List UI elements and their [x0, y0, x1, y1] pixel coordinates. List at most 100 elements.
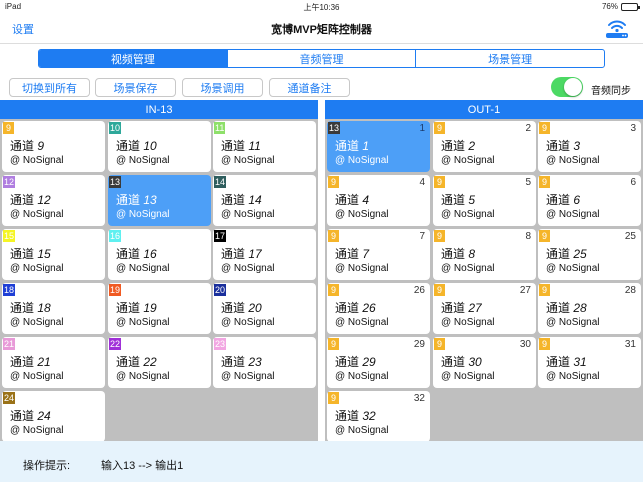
channel-prefix: 通道 [335, 301, 360, 315]
output-channel-cell[interactable]: 9 29 通道 29 @ NoSignal [327, 337, 430, 388]
input-channel-cell[interactable]: 17 通道 17 @ NoSignal [213, 229, 316, 280]
channel-number: 25 [573, 247, 587, 261]
channel-color-badge: 9 [434, 176, 445, 188]
channel-number: 21 [37, 355, 51, 369]
output-channel-cell[interactable]: 9 5 通道 5 @ NoSignal [433, 175, 536, 226]
input-channel-cell[interactable]: 14 通道 14 @ NoSignal [213, 175, 316, 226]
input-channel-cell[interactable]: 16 通道 16 @ NoSignal [108, 229, 211, 280]
channel-prefix: 通道 [116, 355, 141, 369]
channel-color-badge: 9 [539, 230, 550, 242]
channel-prefix: 通道 [116, 139, 141, 153]
output-channel-cell[interactable]: 9 3 通道 3 @ NoSignal [538, 121, 641, 172]
channel-color-badge: 9 [539, 176, 550, 188]
input-channel-cell[interactable]: 15 通道 15 @ NoSignal [2, 229, 105, 280]
channel-prefix: 通道 [546, 139, 571, 153]
output-channel-cell[interactable]: 9 2 通道 2 @ NoSignal [433, 121, 536, 172]
channel-color-badge: 9 [328, 176, 339, 188]
channel-color-badge: 14 [214, 176, 227, 188]
signal-status: @ NoSignal [116, 209, 170, 220]
signal-status: @ NoSignal [335, 425, 389, 436]
channel-prefix: 通道 [10, 301, 35, 315]
tab-audio[interactable]: 音频管理 [228, 50, 417, 67]
signal-status: @ NoSignal [10, 317, 64, 328]
channel-color-badge: 24 [3, 392, 16, 404]
channel-color-badge: 19 [109, 284, 122, 296]
input-channel-cell[interactable]: 13 通道 13 @ NoSignal [108, 175, 211, 226]
output-channel-cell[interactable]: 9 32 通道 32 @ NoSignal [327, 391, 430, 442]
input-panel: IN-13 9 通道 9 @ NoSignal 10 通道 10 @ NoSignal 11… [0, 100, 318, 442]
operation-hint-bar: 操作提示: 输入13 --> 输出1 [0, 441, 643, 482]
input-channel-cell[interactable]: 22 通道 22 @ NoSignal [108, 337, 211, 388]
input-channel-cell[interactable]: 9 通道 9 @ NoSignal [2, 121, 105, 172]
channel-notes-button[interactable]: 通道备注 [269, 78, 350, 97]
output-number: 7 [419, 231, 425, 242]
channel-name: 通道 13 [116, 191, 157, 208]
input-channel-cell[interactable]: 23 通道 23 @ NoSignal [213, 337, 316, 388]
output-channel-cell[interactable]: 9 31 通道 31 @ NoSignal [538, 337, 641, 388]
input-channel-cell[interactable]: 21 通道 21 @ NoSignal [2, 337, 105, 388]
signal-status: @ NoSignal [221, 263, 275, 274]
input-channel-cell[interactable]: 10 通道 10 @ NoSignal [108, 121, 211, 172]
output-channel-cell[interactable]: 9 30 通道 30 @ NoSignal [433, 337, 536, 388]
output-number: 2 [525, 123, 531, 134]
channel-name: 通道 20 [221, 299, 262, 316]
channel-prefix: 通道 [335, 139, 360, 153]
output-channel-cell[interactable]: 9 7 通道 7 @ NoSignal [327, 229, 430, 280]
channel-color-badge: 13 [109, 176, 122, 188]
channel-prefix: 通道 [10, 247, 35, 261]
channel-color-badge: 10 [109, 122, 122, 134]
signal-status: @ NoSignal [116, 371, 170, 382]
router-wifi-icon[interactable] [603, 16, 631, 40]
channel-color-badge: 9 [434, 122, 445, 134]
channel-name: 通道 1 [335, 137, 369, 154]
signal-status: @ NoSignal [221, 371, 275, 382]
signal-status: @ NoSignal [335, 209, 389, 220]
recall-scene-button[interactable]: 场景调用 [182, 78, 263, 97]
tab-video[interactable]: 视频管理 [39, 50, 228, 67]
battery-status: 76% [602, 2, 640, 11]
channel-name: 通道 32 [335, 407, 376, 424]
channel-prefix: 通道 [116, 247, 141, 261]
channel-name: 通道 28 [546, 299, 587, 316]
input-channel-cell[interactable]: 20 通道 20 @ NoSignal [213, 283, 316, 334]
output-channel-cell[interactable]: 9 4 通道 4 @ NoSignal [327, 175, 430, 226]
channel-prefix: 通道 [221, 193, 246, 207]
input-channel-cell[interactable]: 24 通道 24 @ NoSignal [2, 391, 105, 442]
signal-status: @ NoSignal [10, 155, 64, 166]
input-panel-title: IN-13 [0, 100, 318, 119]
output-channel-cell[interactable]: 13 1 通道 1 @ NoSignal [327, 121, 430, 172]
channel-name: 通道 14 [221, 191, 262, 208]
channel-color-badge: 12 [3, 176, 16, 188]
signal-status: @ NoSignal [116, 155, 170, 166]
output-channel-cell[interactable]: 9 8 通道 8 @ NoSignal [433, 229, 536, 280]
channel-prefix: 通道 [546, 247, 571, 261]
output-number: 6 [630, 177, 636, 188]
output-number: 8 [525, 231, 531, 242]
channel-prefix: 通道 [221, 247, 246, 261]
output-number: 4 [419, 177, 425, 188]
signal-status: @ NoSignal [546, 263, 600, 274]
channel-prefix: 通道 [116, 193, 141, 207]
tab-scene[interactable]: 场景管理 [416, 50, 604, 67]
channel-prefix: 通道 [441, 193, 466, 207]
output-channel-cell[interactable]: 9 6 通道 6 @ NoSignal [538, 175, 641, 226]
input-channel-cell[interactable]: 11 通道 11 @ NoSignal [213, 121, 316, 172]
input-channel-cell[interactable]: 12 通道 12 @ NoSignal [2, 175, 105, 226]
output-number: 28 [624, 285, 636, 296]
channel-prefix: 通道 [335, 355, 360, 369]
channel-name: 通道 18 [10, 299, 51, 316]
output-channel-cell[interactable]: 9 26 通道 26 @ NoSignal [327, 283, 430, 334]
output-channel-cell[interactable]: 9 27 通道 27 @ NoSignal [433, 283, 536, 334]
switch-all-button[interactable]: 切换到所有 [9, 78, 90, 97]
audio-sync-label: 音频同步 [591, 86, 631, 97]
channel-name: 通道 10 [116, 137, 157, 154]
output-channel-cell[interactable]: 9 25 通道 25 @ NoSignal [538, 229, 641, 280]
channel-name: 通道 15 [10, 245, 51, 262]
signal-status: @ NoSignal [10, 371, 64, 382]
save-scene-button[interactable]: 场景保存 [95, 78, 176, 97]
audio-sync-toggle[interactable] [551, 77, 583, 97]
channel-number: 27 [468, 301, 482, 315]
input-channel-cell[interactable]: 18 通道 18 @ NoSignal [2, 283, 105, 334]
input-channel-cell[interactable]: 19 通道 19 @ NoSignal [108, 283, 211, 334]
output-channel-cell[interactable]: 9 28 通道 28 @ NoSignal [538, 283, 641, 334]
